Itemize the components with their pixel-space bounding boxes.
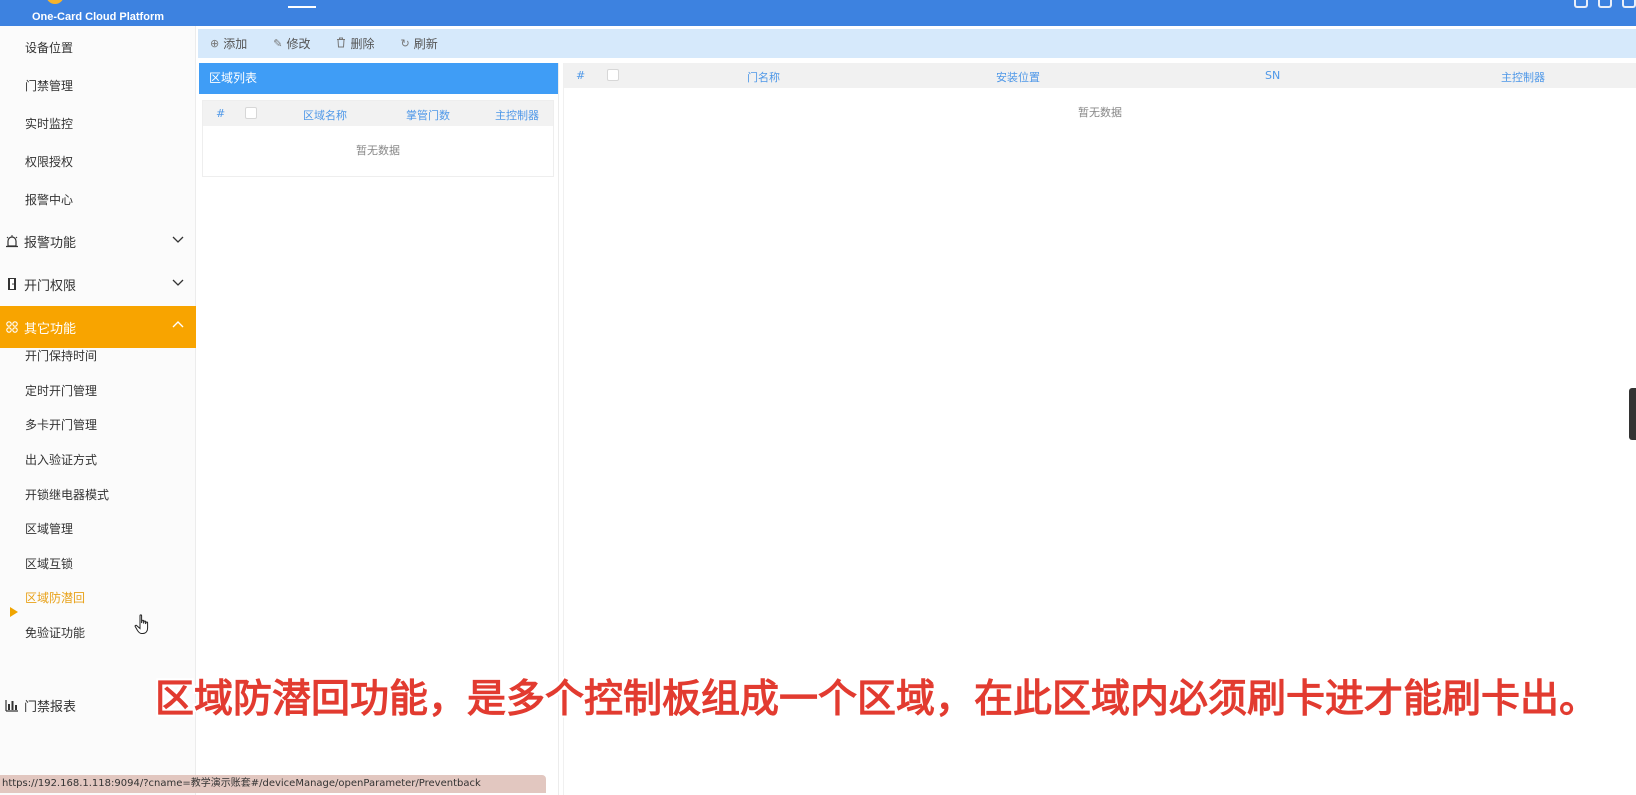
sidebar-item-device-location[interactable]: 设备位置 — [25, 39, 73, 56]
column-header-sn[interactable]: SN — [1265, 69, 1280, 82]
sidebar-item-area-interlock[interactable]: 区域互锁 — [25, 555, 73, 572]
column-header-install-location[interactable]: 安装位置 — [996, 69, 1040, 85]
refresh-button-label: 刷新 — [413, 37, 438, 51]
bar-chart-icon — [4, 697, 20, 713]
area-table-header: # 区域名称 掌管门数 主控制器 — [203, 101, 553, 126]
sidebar-item-area-management[interactable]: 区域管理 — [25, 520, 73, 537]
select-all-checkbox[interactable] — [607, 69, 619, 81]
sidebar-item-access-management[interactable]: 门禁管理 — [25, 77, 73, 94]
sidebar-group-label: 报警功能 — [24, 235, 77, 251]
delete-button-label: 删除 — [350, 37, 375, 51]
add-button-label: 添加 — [223, 37, 248, 51]
grid-apps-icon — [4, 319, 20, 335]
refresh-button[interactable]: ↻ 刷新 — [400, 35, 437, 52]
column-header-door-name[interactable]: 门名称 — [747, 69, 780, 85]
door-table: # 门名称 安装位置 SN 主控制器 暂无数据 — [564, 63, 1636, 138]
area-table: # 区域名称 掌管门数 主控制器 暂无数据 — [202, 100, 554, 177]
delete-button[interactable]: 删除 — [336, 35, 374, 52]
video-subtitle: 区域防潜回功能，是多个控制板组成一个区域，在此区域内必须刷卡进才能刷卡出。 — [155, 677, 1599, 722]
refresh-icon: ↻ — [400, 37, 410, 50]
sidebar-item-relay-mode[interactable]: 开锁继电器模式 — [25, 486, 109, 503]
logo-icon — [46, 0, 64, 4]
area-table-empty: 暂无数据 — [356, 144, 400, 157]
edit-pencil-icon: ✎ — [273, 37, 283, 50]
scrollbar-handle[interactable] — [1629, 388, 1636, 440]
alarm-bell-icon — [4, 233, 20, 249]
current-item-marker — [10, 607, 18, 617]
sidebar-item-alarm-center[interactable]: 报警中心 — [25, 191, 73, 208]
window-icon[interactable] — [1622, 0, 1636, 8]
column-header-index: # — [216, 107, 226, 120]
door-table-header: # 门名称 安装位置 SN 主控制器 — [564, 63, 1636, 88]
column-header-main-controller[interactable]: 主控制器 — [1501, 69, 1545, 85]
column-header-door-count[interactable]: 掌管门数 — [406, 107, 450, 123]
status-url-bar: https://192.168.1.118:9094/?cname=教学演示账套… — [0, 775, 546, 793]
column-header-main-controller[interactable]: 主控制器 — [495, 107, 539, 123]
top-tab-active-indicator — [288, 6, 316, 8]
sidebar-group-label: 门禁报表 — [24, 699, 77, 715]
sidebar-item-anti-passback[interactable]: 区域防潜回 — [25, 589, 85, 606]
sidebar-group-other-functions[interactable]: 其它功能 — [0, 306, 196, 348]
sidebar-group-alarm-functions[interactable]: 报警功能 — [0, 220, 196, 262]
sidebar-item-realtime-monitor[interactable]: 实时监控 — [25, 115, 73, 132]
sidebar-group-label: 开门权限 — [24, 278, 77, 294]
app-window: One-Card Cloud Platform 设备位置 门禁管理 实时监控 权… — [0, 0, 1636, 795]
area-list-title: 区域列表 — [199, 63, 558, 94]
select-all-checkbox[interactable] — [245, 107, 257, 119]
sidebar-item-multi-card-open[interactable]: 多卡开门管理 — [25, 416, 97, 433]
sidebar-group-label: 其它功能 — [24, 321, 77, 337]
chevron-up-icon — [172, 321, 184, 328]
window-icon[interactable] — [1598, 0, 1612, 8]
sidebar-item-no-verify[interactable]: 免验证功能 — [25, 624, 85, 641]
add-button[interactable]: ⊕ 添加 — [210, 35, 247, 52]
logo-text: One-Card Cloud Platform — [32, 11, 165, 23]
door-table-empty: 暂无数据 — [1078, 106, 1122, 119]
trash-icon — [336, 37, 346, 51]
sidebar-group-door-permissions[interactable]: 开门权限 — [0, 263, 196, 305]
door-icon — [4, 276, 20, 292]
column-header-index: # — [576, 69, 586, 82]
sidebar-item-door-hold-time[interactable]: 开门保持时间 — [25, 347, 97, 364]
chevron-down-icon — [172, 279, 184, 286]
top-right-icons — [1574, 0, 1636, 10]
window-icon[interactable] — [1574, 0, 1588, 8]
hand-cursor-icon — [134, 614, 149, 634]
action-toolbar: ⊕ 添加 ✎ 修改 删除 ↻ 刷新 — [198, 29, 1636, 58]
column-header-area-name[interactable]: 区域名称 — [303, 107, 347, 123]
chevron-down-icon — [172, 236, 184, 243]
edit-button[interactable]: ✎ 修改 — [273, 35, 310, 52]
plus-circle-icon: ⊕ — [210, 37, 220, 50]
top-header-bar: One-Card Cloud Platform — [0, 0, 1636, 26]
sidebar-item-timed-open[interactable]: 定时开门管理 — [25, 382, 97, 399]
sidebar-item-verify-mode[interactable]: 出入验证方式 — [25, 451, 97, 468]
edit-button-label: 修改 — [286, 37, 311, 51]
sidebar-item-permission-grant[interactable]: 权限授权 — [25, 153, 73, 170]
